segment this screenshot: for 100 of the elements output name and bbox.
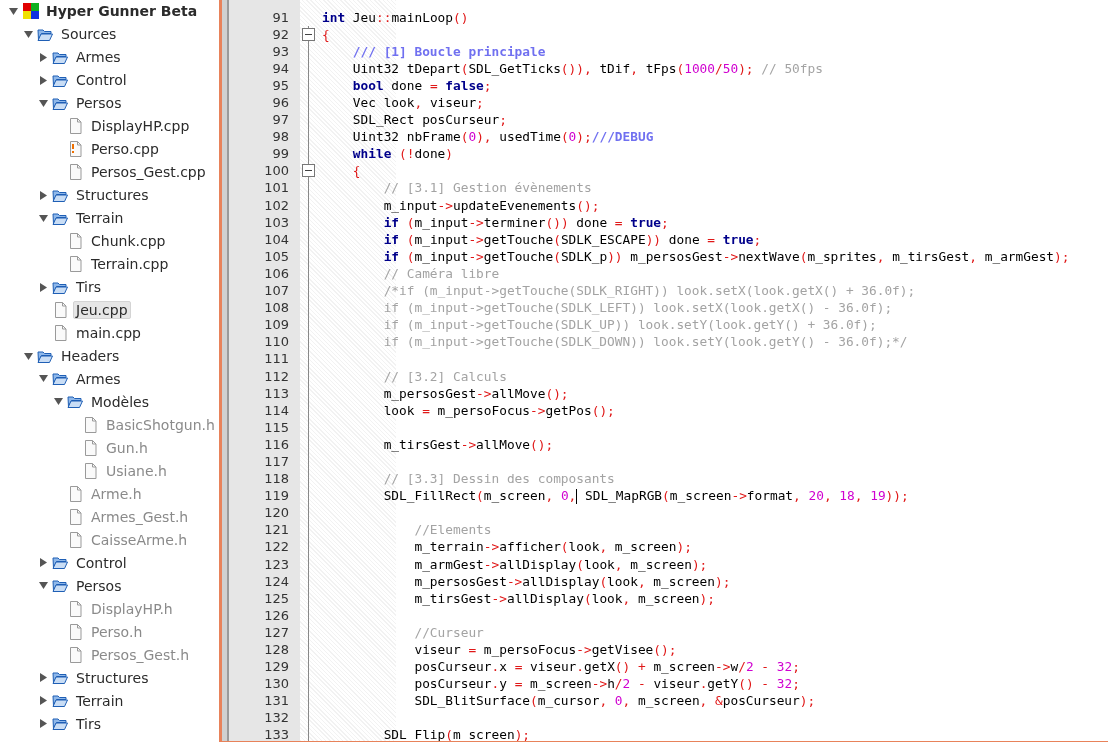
tree-item[interactable]: Arme.h <box>88 484 145 503</box>
expander-icon[interactable] <box>38 75 48 85</box>
folder-icon <box>52 371 69 387</box>
code-line: if (m_input->getTouche(SDLK_p)) m_persosGest->nextWave(m_sprites, m_tirsGest, m_armGest); <box>382 247 1070 265</box>
code-line: Vec look, viseur; <box>351 94 484 111</box>
expander-icon[interactable] <box>8 7 18 16</box>
tree-item[interactable]: CaisseArme.h <box>88 530 191 549</box>
tree-item[interactable]: Terrain.cpp <box>88 255 172 274</box>
line-number: 128 <box>263 642 290 657</box>
expander-icon[interactable] <box>53 397 63 407</box>
tree-item[interactable]: Terrain <box>73 209 127 228</box>
tree-item[interactable]: Usiane.h <box>103 461 170 480</box>
line-number: 120 <box>263 505 290 521</box>
expander-icon[interactable] <box>23 29 33 39</box>
code-line: // Caméra libre <box>382 264 500 282</box>
tree-item[interactable]: Terrain <box>73 691 127 710</box>
code-line: { <box>322 25 330 43</box>
line-number: 95 <box>271 77 290 93</box>
expander-icon[interactable] <box>38 98 48 108</box>
folder-icon <box>52 210 69 226</box>
folder-icon <box>52 72 69 88</box>
line-number: 112 <box>263 368 290 384</box>
tree-item[interactable]: Armes <box>73 370 124 388</box>
tree-item[interactable]: Tirs <box>73 714 105 733</box>
code-line: // [3.1] Gestion évènements <box>382 179 592 197</box>
line-number: 102 <box>263 197 290 213</box>
line-number: 111 <box>263 351 290 367</box>
tree-item[interactable]: BasicShotgun.h <box>103 415 218 434</box>
folder-icon <box>52 95 69 111</box>
fold-icon[interactable] <box>302 164 315 178</box>
tree-item[interactable]: Headers <box>58 347 123 365</box>
line-number: 116 <box>263 436 290 452</box>
code-line: m_tirsGest->allMove(); <box>382 435 554 453</box>
line-number: 108 <box>263 300 290 316</box>
folder-icon <box>37 348 54 364</box>
line-number: 107 <box>263 283 290 299</box>
expander-icon[interactable] <box>23 351 33 361</box>
line-number: 124 <box>263 573 290 589</box>
tree-item[interactable]: Jeu.cpp <box>73 301 131 320</box>
tree-item[interactable]: DisplayHP.cpp <box>88 117 193 136</box>
folder-icon <box>52 555 69 571</box>
expander-icon[interactable] <box>38 282 48 292</box>
line-number: 104 <box>263 231 290 247</box>
tree-item[interactable]: Modèles <box>88 392 152 411</box>
line-number: 106 <box>263 265 290 281</box>
tree-item[interactable]: Hyper Gunner Beta <box>43 2 201 21</box>
tree-item[interactable]: Structures <box>73 668 152 687</box>
expander-icon[interactable] <box>38 213 48 223</box>
code-line: bool done = false; <box>351 76 492 94</box>
line-number: 132 <box>263 710 290 726</box>
line-number: 93 <box>271 43 290 59</box>
folder-icon <box>52 279 69 295</box>
tree-item[interactable]: Persos <box>73 576 125 595</box>
expander-icon[interactable] <box>38 581 48 591</box>
tree-item[interactable]: Armes_Gest.h <box>88 507 192 526</box>
expander-icon[interactable] <box>38 696 48 706</box>
line-number: 91 <box>271 9 290 25</box>
fold-icon[interactable] <box>302 27 315 41</box>
line-number: 110 <box>263 334 290 350</box>
folder-icon <box>52 187 69 203</box>
code-line: look = m_persoFocus->getPos(); <box>382 401 615 419</box>
expander-icon[interactable] <box>38 719 48 728</box>
tree-item[interactable]: Chunk.cpp <box>88 232 169 251</box>
tree-item[interactable]: Tirs <box>73 278 105 297</box>
tree-item[interactable]: Structures <box>73 186 152 205</box>
code-line: if (m_input->getTouche(SDLK_UP)) look.setY(look.getY() + 36.0f); <box>382 316 877 334</box>
tree-item[interactable]: Persos_Gest.cpp <box>88 163 209 182</box>
line-number: 113 <box>263 385 290 401</box>
expander-icon[interactable] <box>38 190 48 200</box>
expander-icon[interactable] <box>38 374 48 384</box>
code-line: if (m_input->getTouche(SDLK_ESCAPE)) done = true; <box>382 230 762 248</box>
tree-item[interactable]: Control <box>73 553 130 572</box>
tree-item[interactable]: DisplayHP.h <box>88 599 176 618</box>
line-number: 129 <box>263 659 290 675</box>
expander-icon[interactable] <box>38 558 48 568</box>
line-number: 92 <box>271 26 290 42</box>
tree-item[interactable]: Perso.cpp <box>88 140 162 159</box>
code-line: if (m_input->getTouche(SDLK_DOWN)) look.setY(look.getY() - 36.0f);*/ <box>382 333 908 351</box>
code-line: if (m_input->getTouche(SDLK_LEFT)) look.setX(look.getX() - 36.0f); <box>382 299 893 317</box>
folder-icon <box>52 578 69 594</box>
line-number: 118 <box>263 471 290 487</box>
line-number: 103 <box>263 214 290 230</box>
line-number: 98 <box>271 129 290 145</box>
line-number: 123 <box>263 556 290 572</box>
tree-item[interactable]: Control <box>73 71 130 90</box>
tree-item[interactable]: main.cpp <box>73 324 144 343</box>
line-number: 126 <box>263 607 290 623</box>
tree-item[interactable]: Persos <box>73 94 125 113</box>
line-number: 100 <box>263 163 290 179</box>
code-line: if (m_input->terminer()) done = true; <box>382 213 669 231</box>
expander-icon[interactable] <box>38 673 48 683</box>
code-line: m_persosGest->allMove(); <box>382 384 569 402</box>
code-line: /// [1] Boucle principale <box>351 42 546 60</box>
code-line: m_input->updateEvenements(); <box>382 196 600 214</box>
tree-item[interactable]: Gun.h <box>103 438 151 457</box>
expander-icon[interactable] <box>38 52 48 62</box>
line-number: 119 <box>263 488 290 504</box>
tree-item[interactable]: Persos_Gest.h <box>88 645 193 664</box>
tree-item[interactable]: Armes <box>73 48 124 67</box>
tree-item[interactable]: Sources <box>58 25 120 44</box>
